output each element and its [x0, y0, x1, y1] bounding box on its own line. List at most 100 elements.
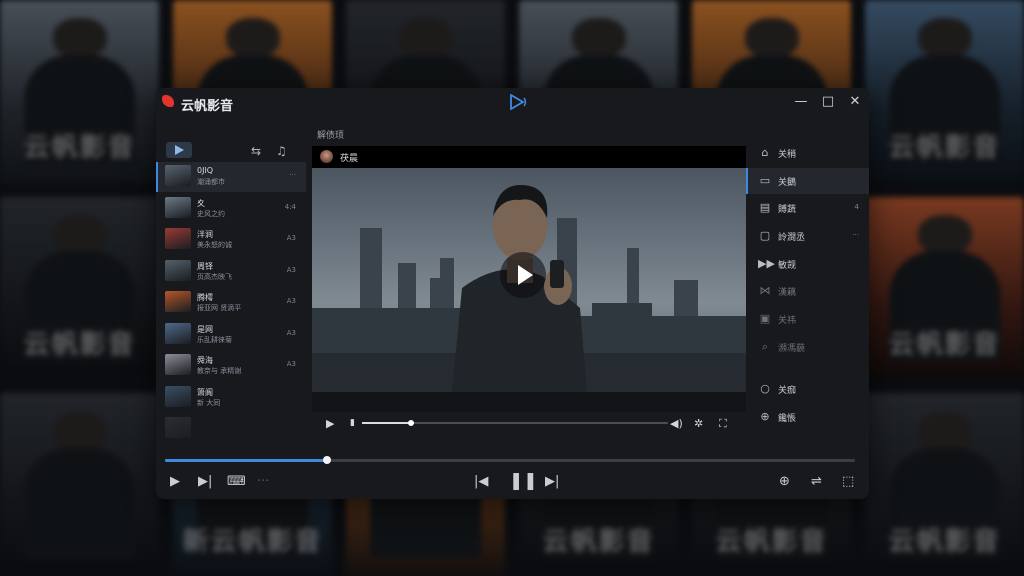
- next-track-icon[interactable]: ▶|: [198, 474, 212, 489]
- video-black-bar: [312, 392, 746, 412]
- screen-icon: ▭: [759, 173, 771, 187]
- menu-item-forward[interactable]: ▶▶ 敏觊: [746, 251, 869, 277]
- list-icon: ▤: [759, 201, 771, 215]
- volume-icon[interactable]: ◀): [670, 417, 683, 430]
- playlist-thumbnail: [165, 196, 191, 218]
- playlist-item-meta: 4:4: [284, 202, 296, 211]
- video-progress-bar[interactable]: [362, 420, 668, 426]
- playlist-item-meta: A3: [286, 297, 296, 305]
- menu-item-screen[interactable]: ▭ 关鵝: [746, 167, 869, 194]
- menu-item-label: 敏觊: [778, 260, 797, 271]
- target-icon[interactable]: ⊕: [779, 474, 790, 489]
- playlist-item-subtitle: 新 大同: [197, 398, 221, 407]
- menu-item-globe[interactable]: ⊕ 饞悵: [746, 404, 869, 430]
- more-icon[interactable]: ···: [257, 474, 269, 489]
- main-progress-handle[interactable]: [323, 456, 332, 464]
- minimize-button[interactable]: —: [793, 94, 809, 110]
- close-button[interactable]: ✕: [847, 94, 863, 110]
- playlist-item[interactable]: 箫阍新 大同: [156, 383, 306, 413]
- playlist-item-meta: A3: [286, 328, 296, 337]
- menu-item-bowtie[interactable]: ⋈ 漢藕: [746, 278, 869, 304]
- menu-item-label: 賻蔬: [778, 205, 797, 216]
- play-overlay-button[interactable]: [500, 252, 546, 298]
- video-play-icon[interactable]: ▶: [326, 417, 334, 430]
- menu-item-list[interactable]: ▤ 賻蔬 4: [746, 195, 869, 221]
- playlist-thumbnail: [165, 259, 191, 281]
- player-logo-icon: [510, 94, 527, 110]
- video-progress-handle[interactable]: [407, 420, 414, 426]
- play-icon[interactable]: ▶: [170, 474, 180, 489]
- menu-item-label: 关痂: [778, 385, 797, 396]
- playlist-item-title: 周铎: [197, 261, 213, 271]
- playlist-item[interactable]: [156, 414, 306, 444]
- audio-track-icon[interactable]: ⇌: [811, 474, 822, 489]
- previous-icon[interactable]: |◀: [474, 474, 488, 489]
- app-title: 云帆影音: [181, 99, 234, 114]
- playlist-thumbnail: [165, 165, 191, 186]
- playlist-thumbnail: [165, 417, 191, 438]
- menu-item-meta: ···: [852, 231, 859, 240]
- playlist-item-title: 夊: [197, 198, 205, 208]
- playlist-item[interactable]: 0JIQ 潮涌都市 ···: [156, 162, 306, 192]
- skip-next-icon[interactable]: ▶|: [545, 474, 559, 489]
- search-icon: ⌕: [761, 339, 769, 353]
- screenshot-frame-icon[interactable]: ⬚: [842, 474, 854, 489]
- playlist-item[interactable]: 周铎 页高杰映飞 A3: [156, 257, 306, 287]
- playlist-item[interactable]: 是网 乐乱耕徕菊 A3: [156, 320, 306, 350]
- playlist-item-meta: A3: [286, 360, 296, 368]
- playlist-item-meta: ···: [289, 171, 296, 179]
- menu-item-subtitle[interactable]: ▣ 关祎: [746, 306, 869, 332]
- menu-item-label: 关稍: [778, 150, 797, 160]
- settings-gear-icon[interactable]: ✲: [694, 417, 703, 430]
- menu-item-search[interactable]: ⌕ 瀕馮藐: [746, 334, 869, 360]
- playlist-logo-icon: [166, 142, 192, 158]
- playlist-item-title: 是网: [197, 324, 213, 334]
- main-progress-bar[interactable]: [165, 456, 855, 464]
- video-frame[interactable]: [312, 168, 746, 392]
- circle-icon: ○: [760, 381, 770, 395]
- globe-icon: ⊕: [760, 409, 770, 423]
- forward-icon: ▶▶: [758, 256, 775, 270]
- volume-marker-icon[interactable]: ▮: [350, 418, 355, 428]
- playlist-item[interactable]: 腾樗报亚网 贤滴平 A3: [156, 288, 306, 318]
- playlist-item-meta: A3: [286, 265, 296, 274]
- playlist-thumbnail: [165, 322, 191, 344]
- video-area: 解债顼 茯晨 ▶ ▮ ◀) ✲ ⛶: [312, 128, 746, 430]
- playlist-thumbnail: [165, 354, 191, 375]
- main-progress-fill: [165, 459, 328, 462]
- bell-icon[interactable]: ♫: [276, 144, 287, 158]
- playlist-item[interactable]: 泮涧 美永怒的诚 A3: [156, 225, 306, 255]
- playlist-item-title: 箫阍: [197, 387, 213, 397]
- playlist-item-title: 泮涧: [197, 230, 213, 239]
- video-progress-fill: [362, 422, 411, 424]
- loop-icon[interactable]: ⇆: [251, 144, 261, 158]
- menu-item-window[interactable]: ▢ 詅澗丞 ···: [746, 223, 869, 249]
- app-logo-icon: [162, 95, 174, 107]
- avatar[interactable]: [320, 150, 333, 163]
- subtitle-icon[interactable]: ⌨: [227, 474, 246, 489]
- menu-item-circle[interactable]: ○ 关痂: [746, 376, 869, 402]
- playlist-item-subtitle: 教奈与 承精谢: [197, 367, 242, 375]
- playlist: 0JIQ 潮涌都市 ··· 夊史风之约 4:4 泮涧 美永怒的诚 A3 周铎 页高杰映飞 A3 腾樗报…: [156, 162, 306, 444]
- maximize-button[interactable]: □: [820, 94, 836, 110]
- playlist-item[interactable]: 夊史风之约 4:4: [156, 194, 306, 224]
- menu-item-label: 瀕馮藐: [778, 343, 806, 354]
- bowtie-icon: ⋈: [759, 284, 771, 298]
- player-window: 云帆影音 — □ ✕ ⇆ ♫ 0JIQ 潮涌都市 ··· 夊史风之约 4:4 泮涧 美永怒的…: [156, 88, 869, 499]
- playlist-item-title: 腾樗: [197, 293, 213, 302]
- playlist-thumbnail: [165, 291, 191, 312]
- home-icon: ⌂: [761, 146, 769, 159]
- playlist-item-title: 舜海: [197, 356, 213, 365]
- playlist-item[interactable]: 舜海教奈与 承精谢 A3: [156, 351, 306, 381]
- video-controls: ▶ ▮ ◀) ✲ ⛶: [312, 413, 746, 433]
- pause-icon[interactable]: ❚❚: [509, 471, 538, 491]
- playlist-item-subtitle: 报亚网 贤滴平: [197, 304, 242, 312]
- fullscreen-icon[interactable]: ⛶: [719, 417, 727, 431]
- playlist-item-meta: A3: [286, 234, 296, 242]
- menu-item-label: 漢藕: [778, 288, 797, 299]
- menu-item-label: 关祎: [778, 316, 797, 327]
- menu-item-home[interactable]: ⌂ 关稍: [746, 140, 869, 166]
- video-header: 茯晨: [312, 146, 746, 168]
- title-bar: 云帆影音 — □ ✕: [156, 88, 869, 118]
- playlist-toolbar: ⇆ ♫: [156, 132, 306, 162]
